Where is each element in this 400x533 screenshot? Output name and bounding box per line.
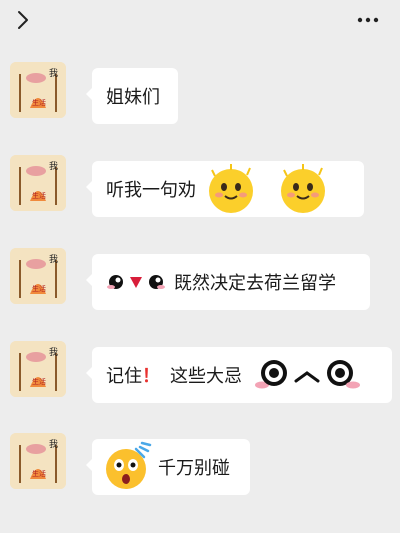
back-button[interactable]: [10, 8, 34, 32]
more-dots-icon: [357, 17, 379, 23]
message-bubble[interactable]: 记住 ！ 这些大忌: [86, 347, 392, 403]
avatar-illustration: 我 生活: [10, 248, 66, 304]
svg-text:生活: 生活: [32, 377, 46, 386]
avatar-illustration: 我 生活: [10, 433, 66, 489]
svg-text:我: 我: [49, 161, 58, 172]
avatar[interactable]: 我 生活: [10, 433, 66, 489]
avatar-illustration: 我 生活: [10, 341, 66, 397]
svg-text:我: 我: [49, 439, 58, 450]
message-text: 姐妹们: [106, 87, 160, 108]
avatar[interactable]: 我 生活: [10, 341, 66, 397]
message-text: 听我一句劝: [106, 180, 196, 201]
svg-text:生活: 生活: [32, 469, 46, 478]
avatar[interactable]: 我 生活: [10, 62, 66, 118]
svg-text:我: 我: [49, 347, 58, 358]
svg-text:我: 我: [49, 68, 58, 79]
top-bar: [0, 0, 400, 40]
message-bubble[interactable]: 既然决定去荷兰留学: [86, 254, 370, 310]
svg-text:生活: 生活: [32, 284, 46, 293]
wide-eyes-face-emoji: [255, 360, 360, 389]
message-bubble[interactable]: 姐妹们: [86, 68, 178, 124]
svg-text:我: 我: [49, 254, 58, 265]
message-text: 记住: [106, 366, 142, 387]
smiling-blob-emoji: [209, 164, 253, 213]
message-text: 既然决定去荷兰留学: [174, 273, 336, 294]
svg-text:生活: 生活: [32, 98, 46, 107]
chevron-left-icon: [18, 11, 28, 29]
avatar-illustration: 我 生活: [10, 155, 66, 211]
exclamation-mark: ！: [142, 366, 160, 387]
shy-face-emoji: [107, 275, 165, 289]
message-bubble[interactable]: 千万别碰: [86, 439, 250, 495]
message-bubble[interactable]: 听我一句劝: [86, 161, 364, 217]
more-button[interactable]: [354, 8, 382, 32]
avatar[interactable]: 我 生活: [10, 155, 66, 211]
message-text: 千万别碰: [158, 458, 230, 479]
smiling-blob-emoji: [281, 164, 325, 213]
avatar[interactable]: 我 生活: [10, 248, 66, 304]
avatar-illustration: 我 生活: [10, 62, 66, 118]
shocked-face-emoji: [106, 441, 152, 489]
svg-text:生活: 生活: [32, 191, 46, 200]
message-text: 这些大忌: [170, 366, 242, 387]
